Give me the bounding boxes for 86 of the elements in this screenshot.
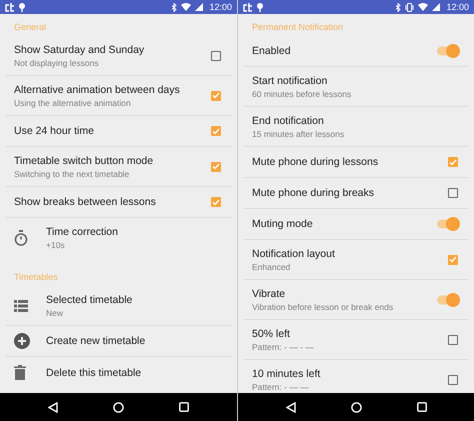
section-header: General	[13, 21, 48, 34]
settings-row[interactable]: Notification layout Enhanced	[244, 240, 468, 280]
setting-title: Delete this timetable	[46, 366, 142, 378]
bluetooth-icon	[396, 2, 402, 12]
pin-icon	[19, 2, 25, 12]
section-header: Permanent Notification	[251, 21, 344, 34]
settings-row[interactable]: Mute phone during lessons	[244, 147, 468, 178]
settings-row[interactable]: Show Saturday and Sunday Not displaying lessons	[6, 36, 231, 76]
toggle-switch[interactable]	[436, 44, 460, 58]
recents-icon[interactable]	[179, 402, 190, 412]
setting-title: Enabled	[252, 45, 292, 57]
app-logo-icon	[243, 2, 253, 12]
settings-row[interactable]: Selected timetable New	[6, 286, 231, 326]
checkbox[interactable]	[448, 157, 458, 167]
checkbox[interactable]	[448, 334, 458, 344]
setting-title: Show breaks between lessons	[14, 196, 157, 208]
settings-row[interactable]: Time correction +10s	[6, 218, 231, 258]
settings-row[interactable]: Use 24 hour time	[6, 116, 231, 147]
setting-title: Mute phone during lessons	[252, 156, 380, 168]
signal-icon	[195, 3, 204, 11]
settings-row[interactable]: Alternative animation between days Using the alternative animation	[6, 76, 231, 116]
wifi-icon	[418, 3, 428, 11]
settings-row[interactable]: 50% left Pattern: - — - —	[244, 320, 468, 360]
home-icon[interactable]	[112, 402, 124, 412]
setting-title: Start notification	[252, 74, 328, 86]
clock-time: 12:00	[446, 2, 469, 12]
back-icon[interactable]	[286, 402, 296, 412]
setting-title: Use 24 hour time	[14, 125, 95, 137]
trash-icon	[14, 365, 26, 380]
toggle-switch[interactable]	[436, 217, 460, 231]
settings-row[interactable]: End notification 15 minutes after lessons	[244, 107, 468, 147]
checkbox[interactable]	[211, 162, 221, 172]
setting-summary: Switching to the next timetable	[14, 168, 130, 178]
settings-row[interactable]: Show breaks between lessons	[6, 187, 231, 218]
settings-row[interactable]: Create new timetable	[6, 326, 231, 357]
settings-row[interactable]: Timetable switch button mode Switching to the next timetable	[6, 147, 231, 187]
setting-summary: Vibration before lesson or break ends	[252, 302, 394, 312]
bluetooth-icon	[172, 2, 178, 12]
list-icon	[14, 300, 28, 312]
setting-title: Alternative animation between days	[14, 84, 181, 96]
checkbox[interactable]	[211, 50, 221, 60]
setting-title: Vibrate	[252, 288, 286, 300]
wifi-icon	[181, 3, 192, 11]
setting-summary: Using the alternative animation	[14, 98, 132, 108]
signal-icon	[432, 3, 440, 11]
settings-row[interactable]: Start notification 60 minutes before lessons	[244, 67, 468, 107]
back-icon[interactable]	[48, 402, 58, 412]
setting-title: Create new timetable	[46, 335, 146, 347]
clock-time: 12:00	[209, 2, 232, 12]
checkbox[interactable]	[448, 188, 458, 198]
checkbox[interactable]	[211, 126, 221, 136]
setting-summary: Enhanced	[252, 262, 292, 272]
section-header: Timetables	[13, 271, 59, 284]
setting-title: Mute phone during breaks	[252, 187, 375, 199]
setting-title: Selected timetable	[46, 294, 134, 306]
setting-title: 50% left	[252, 328, 291, 340]
recents-icon[interactable]	[416, 402, 426, 412]
setting-title: Time correction	[46, 226, 119, 238]
setting-title: 10 minutes left	[252, 368, 322, 380]
setting-title: Show Saturday and Sunday	[14, 44, 146, 56]
checkbox[interactable]	[448, 374, 458, 384]
timer-icon	[14, 230, 28, 246]
settings-row[interactable]: Vibrate Vibration before lesson or break ends	[244, 280, 468, 320]
setting-summary: Pattern: - — - —	[252, 342, 315, 352]
toggle-switch[interactable]	[436, 292, 460, 306]
setting-summary: 15 minutes after lessons	[252, 128, 346, 138]
checkbox[interactable]	[211, 197, 221, 207]
home-icon[interactable]	[350, 402, 362, 412]
checkbox[interactable]	[448, 254, 458, 264]
setting-summary: New	[46, 308, 64, 318]
app-logo-icon	[5, 2, 15, 12]
settings-row[interactable]: Delete this timetable	[6, 357, 231, 388]
setting-title: Notification layout	[252, 248, 336, 260]
setting-title: Muting mode	[252, 218, 314, 230]
add-icon	[14, 333, 30, 349]
setting-title: End notification	[252, 114, 325, 126]
setting-summary: +10s	[46, 240, 66, 250]
settings-row[interactable]: Enabled	[244, 36, 468, 67]
pin-icon	[257, 2, 263, 12]
checkbox[interactable]	[211, 90, 221, 100]
setting-title: Timetable switch button mode	[14, 154, 154, 166]
setting-summary: Pattern: - — —	[252, 382, 310, 392]
settings-row[interactable]: Mute phone during breaks	[244, 178, 468, 209]
setting-summary: Not displaying lessons	[14, 58, 100, 68]
setting-summary: 60 minutes before lessons	[252, 88, 352, 98]
settings-row[interactable]: Muting mode	[244, 209, 468, 240]
